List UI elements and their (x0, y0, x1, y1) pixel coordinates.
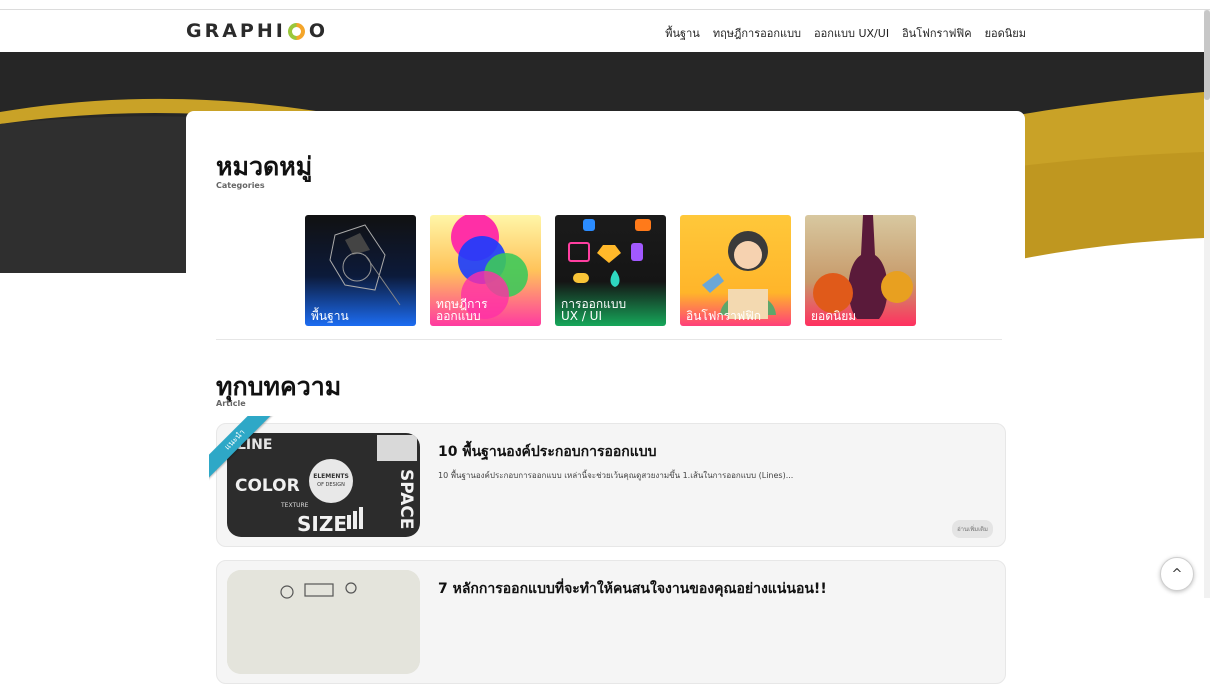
nav-popular[interactable]: ยอดนิยม (985, 24, 1026, 42)
nav-design-theory[interactable]: ทฤษฎีการออกแบบ (713, 24, 801, 42)
thumb-word: TEXTURE (280, 502, 309, 509)
read-more-button[interactable]: อ่านเพิ่มเติม (952, 520, 993, 538)
article-title[interactable]: 7 หลักการออกแบบที่จะทำให้คนสนใจงานของคุณ… (438, 578, 827, 600)
category-label: ทฤษฎีการ ออกแบบ (436, 297, 488, 323)
article-title[interactable]: 10 พื้นฐานองค์ประกอบการออกแบบ (438, 441, 657, 463)
recommended-ribbon-label: แนะนำ (209, 416, 275, 480)
article-card[interactable]: LINE COLOR ELEMENTS OF DESIGN TEXTURE SI… (216, 423, 1006, 547)
category-label: ยอดนิยม (811, 309, 857, 323)
site-header: GRAPHI O พื้นฐาน ทฤษฎีการออกแบบ ออกแบบ U… (0, 10, 1204, 52)
back-to-top-button[interactable]: ^ (1160, 557, 1194, 591)
category-tile-basics[interactable]: พื้นฐาน (305, 215, 416, 326)
categories-subtitle: Categories (216, 181, 265, 190)
site-logo[interactable]: GRAPHI O (186, 19, 328, 43)
thumb-word: SIZE (297, 512, 347, 536)
thumb-word: OF DESIGN (317, 482, 345, 488)
category-tile-popular[interactable]: ยอดนิยม (805, 215, 916, 326)
nav-basics[interactable]: พื้นฐาน (665, 24, 700, 42)
article-excerpt: 10 พื้นฐานองค์ประกอบการออกแบบ เหล่านี้จะ… (438, 471, 794, 480)
category-label: การออกแบบ UX / UI (561, 297, 627, 323)
article-thumbnail[interactable] (227, 570, 420, 674)
logo-text-right: O (308, 20, 328, 42)
recommended-ribbon: แนะนำ (209, 416, 275, 482)
thumb-word: ELEMENTS (313, 473, 349, 480)
category-grid: พื้นฐาน ทฤษฎีการ ออกแบบ การออกแบบ UX / U… (305, 215, 916, 326)
thumb-word: SPACE (396, 469, 416, 529)
design-principles-image (227, 570, 420, 674)
nav-ux-ui[interactable]: ออกแบบ UX/UI (814, 24, 889, 42)
article-card[interactable]: 7 หลักการออกแบบที่จะทำให้คนสนใจงานของคุณ… (216, 560, 1006, 684)
articles-subtitle: Article (216, 399, 246, 408)
category-tile-design-theory[interactable]: ทฤษฎีการ ออกแบบ (430, 215, 541, 326)
section-divider (216, 339, 1002, 340)
category-label: พื้นฐาน (311, 309, 349, 323)
content-card: หมวดหมู่ Categories พื้นฐาน ทฤษฎีการ ออก… (186, 111, 1025, 684)
nav-infographic[interactable]: อินโฟกราฟฟิค (902, 24, 972, 42)
category-tile-ux-ui[interactable]: การออกแบบ UX / UI (555, 215, 666, 326)
main-nav: พื้นฐาน ทฤษฎีการออกแบบ ออกแบบ UX/UI อินโ… (665, 24, 1026, 42)
logo-palette-icon (287, 22, 305, 40)
logo-text-left: GRAPHI (186, 20, 286, 42)
page-scrollbar-thumb[interactable] (1204, 10, 1210, 100)
category-label: อินโฟกราฟฟิก (686, 309, 762, 323)
category-tile-infographic[interactable]: อินโฟกราฟฟิก (680, 215, 791, 326)
chevron-up-icon: ^ (1171, 566, 1183, 582)
